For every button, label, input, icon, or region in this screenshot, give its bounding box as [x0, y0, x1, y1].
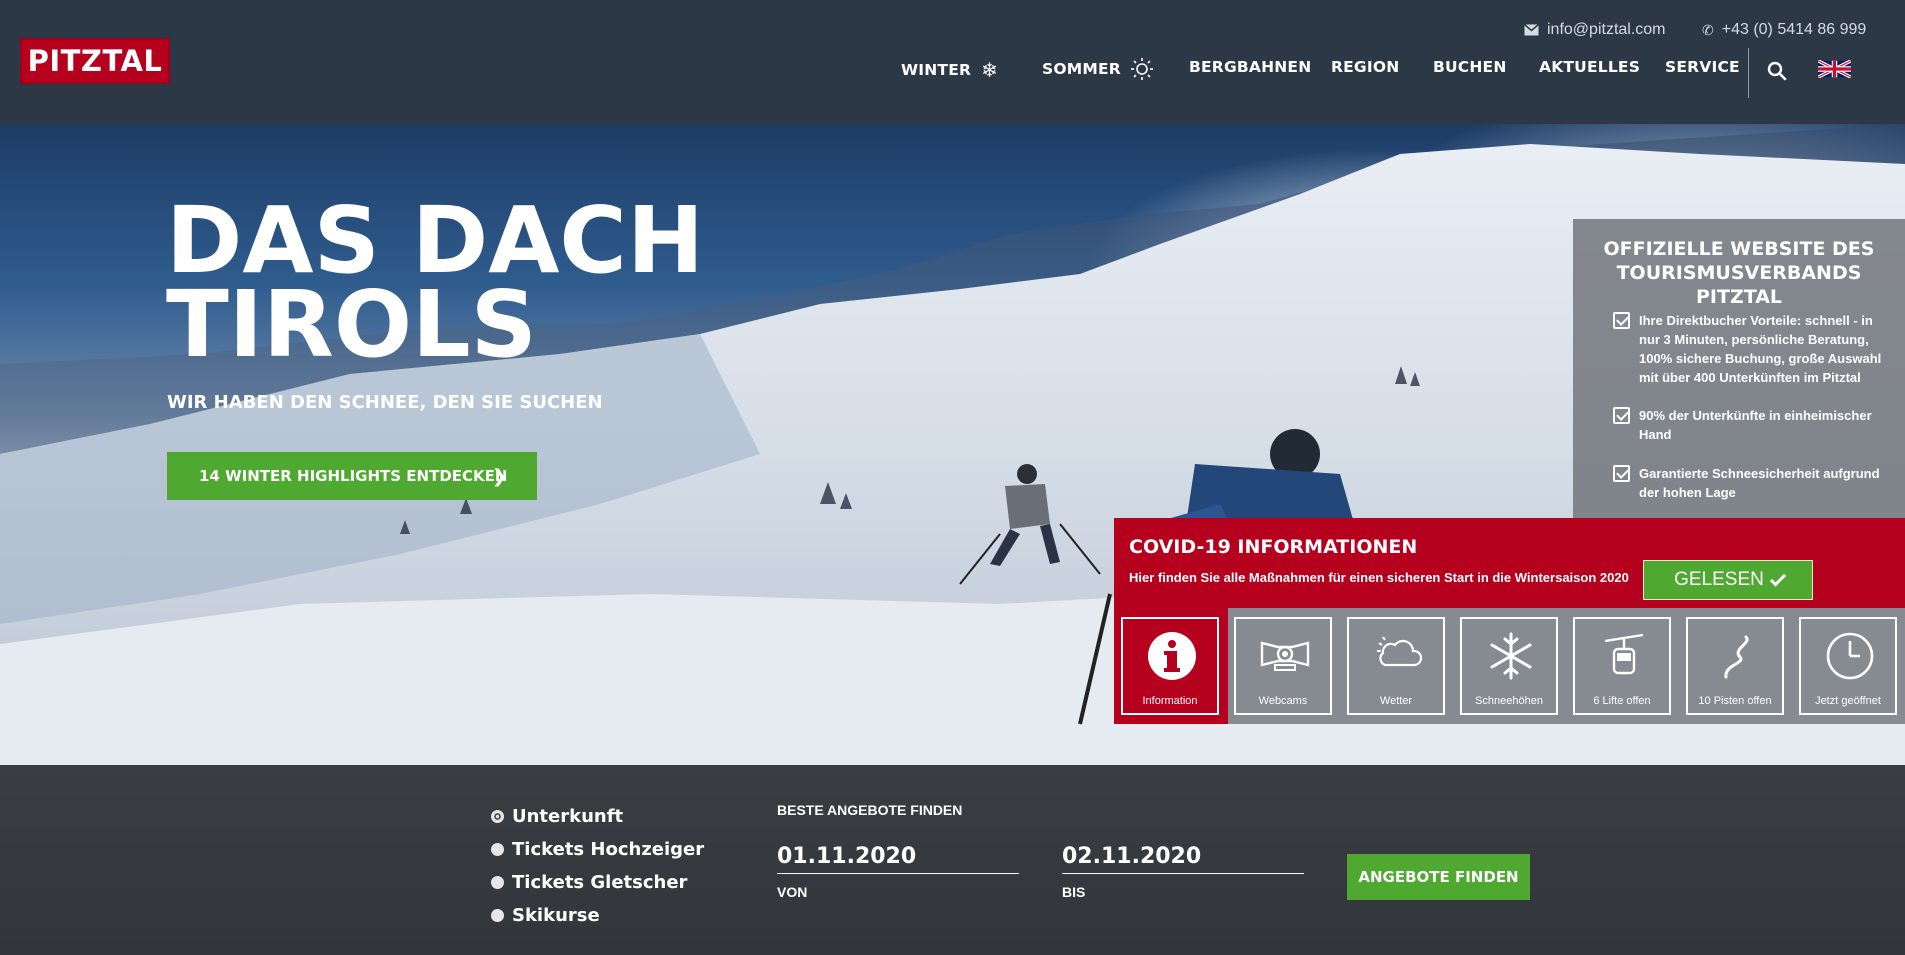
clock-icon — [1826, 632, 1874, 680]
checkbox-checked-icon — [1613, 407, 1630, 424]
benefit-text: Ihre Direktbucher Vorteile: schnell - in… — [1639, 313, 1882, 385]
webcam-icon — [1260, 641, 1310, 671]
date-from-label: VON — [777, 884, 808, 900]
find-offers-button[interactable]: ANGEBOTE FINDEN — [1347, 854, 1530, 900]
phone-link[interactable]: ✆ +43 (0) 5414 86 999 — [1702, 21, 1866, 39]
radio-selected-icon[interactable] — [491, 810, 504, 823]
tile-webcams[interactable]: Webcams — [1234, 617, 1332, 715]
tile-weather[interactable]: Wetter — [1347, 617, 1445, 715]
radio-icon[interactable] — [491, 843, 504, 856]
tile-label[interactable]: Information — [1142, 695, 1197, 707]
benefit-text: Garantierte Schneesicherheit aufgrund de… — [1639, 466, 1880, 500]
checkbox-checked-icon — [1613, 312, 1630, 329]
radio-skikurse[interactable]: Skikurse — [491, 905, 600, 926]
nav-winter[interactable]: WINTER ❄ — [901, 58, 998, 82]
radio-icon[interactable] — [491, 909, 504, 922]
covid-read-label[interactable]: GELESEN — [1674, 569, 1764, 591]
radio-tickets-gletscher[interactable]: Tickets Gletscher — [491, 872, 687, 893]
hero-title-line2: TIROLS — [166, 271, 537, 378]
date-to-label: BIS — [1062, 884, 1086, 900]
tile-information[interactable]: Information — [1121, 617, 1219, 715]
covid-text[interactable]: Hier finden Sie alle Maßnahmen für einen… — [1129, 570, 1629, 585]
email-text[interactable]: info@pitztal.com — [1547, 21, 1666, 39]
tile-label[interactable]: 10 Pisten offen — [1698, 695, 1771, 707]
radio-tickets-hochzeiger[interactable]: Tickets Hochzeiger — [491, 839, 704, 860]
sun-icon — [1130, 58, 1153, 80]
nav-buchen[interactable]: BUCHEN — [1433, 58, 1507, 76]
nav-sommer[interactable]: SOMMER — [1042, 58, 1153, 80]
covid-title: COVID-19 INFORMATIONEN — [1129, 536, 1418, 558]
nav-bergbahnen-label[interactable]: BERGBAHNEN — [1189, 58, 1311, 76]
uk-flag-icon[interactable] — [1818, 60, 1851, 78]
date-to-field[interactable]: 02.11.2020 — [1062, 844, 1304, 874]
snowflake-icon — [1490, 632, 1532, 680]
chevron-right-icon: ❯ — [491, 466, 507, 487]
tile-label[interactable]: 6 Lifte offen — [1593, 695, 1650, 707]
checkbox-checked-icon — [1613, 465, 1630, 482]
tile-label[interactable]: Webcams — [1259, 695, 1308, 707]
envelope-icon — [1524, 24, 1539, 36]
gondola-icon — [1604, 633, 1644, 675]
best-offers-heading: BESTE ANGEBOTE FINDEN — [777, 802, 963, 818]
radio-label[interactable]: Tickets Hochzeiger — [512, 839, 704, 860]
official-website-box: OFFIZIELLE WEBSITE DES TOURISMUSVERBANDS… — [1573, 219, 1905, 519]
benefit-item: Ihre Direktbucher Vorteile: schnell - in… — [1613, 311, 1893, 387]
tile-slopes[interactable]: 10 Pisten offen — [1686, 617, 1784, 715]
nav-aktuelles-label[interactable]: AKTUELLES — [1539, 58, 1640, 76]
nav-winter-label[interactable]: WINTER — [901, 61, 971, 79]
phone-text[interactable]: +43 (0) 5414 86 999 — [1722, 21, 1867, 39]
nav-aktuelles[interactable]: AKTUELLES — [1539, 58, 1640, 76]
site-header: PITZTAL info@pitztal.com ✆ +43 (0) 5414 … — [0, 0, 1905, 124]
tile-opening-hours[interactable]: Jetzt geöffnet — [1799, 617, 1897, 715]
tile-snow-depth[interactable]: Schneehöhen — [1460, 617, 1558, 715]
official-title: OFFIZIELLE WEBSITE DES TOURISMUSVERBANDS… — [1603, 238, 1875, 308]
tile-label[interactable]: Wetter — [1380, 695, 1412, 707]
phone-icon: ✆ — [1702, 21, 1714, 38]
pitztal-logo[interactable]: PITZTAL — [20, 38, 170, 84]
radio-unterkunft[interactable]: Unterkunft — [491, 806, 623, 827]
info-icon — [1148, 632, 1196, 680]
tile-label[interactable]: Schneehöhen — [1475, 695, 1543, 707]
radio-label[interactable]: Unterkunft — [512, 806, 623, 827]
slope-path-icon — [1724, 635, 1749, 679]
nav-divider — [1748, 48, 1749, 98]
tile-label[interactable]: Jetzt geöffnet — [1815, 695, 1881, 707]
radio-label[interactable]: Skikurse — [512, 905, 600, 926]
benefit-text: 90% der Unterkünfte in einheimischer Han… — [1639, 408, 1872, 442]
snowflake-icon: ❄ — [981, 58, 999, 82]
nav-service[interactable]: SERVICE — [1665, 58, 1740, 76]
nav-bergbahnen[interactable]: BERGBAHNEN — [1189, 58, 1311, 76]
nav-region[interactable]: REGION — [1331, 58, 1399, 76]
weather-cloud-icon — [1377, 636, 1423, 667]
benefit-item: 90% der Unterkünfte in einheimischer Han… — [1613, 406, 1893, 444]
winter-highlights-label[interactable]: 14 WINTER HIGHLIGHTS ENTDECKEN — [199, 467, 507, 485]
nav-buchen-label[interactable]: BUCHEN — [1433, 58, 1507, 76]
covid-read-button[interactable]: GELESEN — [1643, 560, 1813, 600]
search-icon[interactable] — [1766, 60, 1788, 82]
hero-subtitle: WIR HABEN DEN SCHNEE, DEN SIE SUCHEN — [167, 392, 603, 413]
benefit-item: Garantierte Schneesicherheit aufgrund de… — [1613, 464, 1893, 502]
radio-label[interactable]: Tickets Gletscher — [512, 872, 687, 893]
nav-region-label[interactable]: REGION — [1331, 58, 1399, 76]
checkmark-icon — [1769, 569, 1787, 587]
nav-sommer-label[interactable]: SOMMER — [1042, 60, 1121, 78]
tile-lifts[interactable]: 6 Lifte offen — [1573, 617, 1671, 715]
hero-title: DAS DACH TIROLS — [166, 195, 704, 378]
nav-service-label[interactable]: SERVICE — [1665, 58, 1740, 76]
date-from-field[interactable]: 01.11.2020 — [777, 844, 1019, 874]
winter-highlights-button[interactable]: 14 WINTER HIGHLIGHTS ENTDECKEN ❯ — [167, 452, 537, 500]
radio-icon[interactable] — [491, 876, 504, 889]
email-link[interactable]: info@pitztal.com — [1524, 21, 1666, 39]
